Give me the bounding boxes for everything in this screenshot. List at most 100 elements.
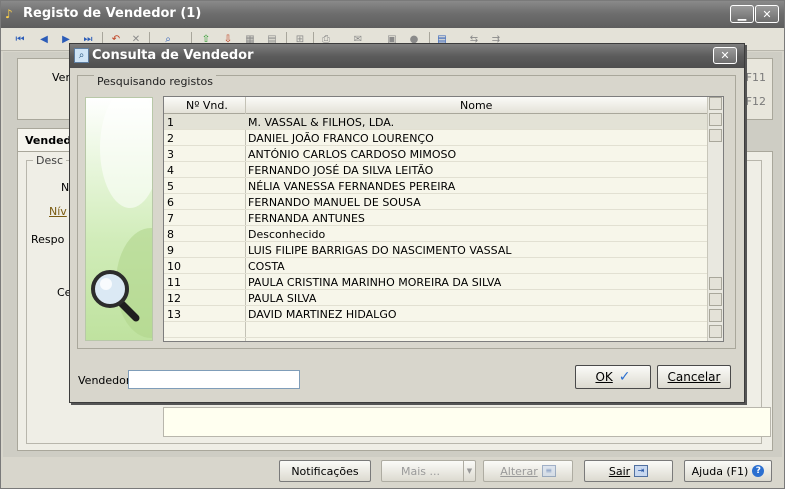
- search-group-legend: Pesquisando registos: [94, 75, 216, 88]
- table-row[interactable]: 3 ANTÓNIO CARLOS CARDOSO MIMOSO: [164, 146, 707, 162]
- cell-num: 10: [167, 260, 181, 273]
- scroll-down-button[interactable]: [709, 325, 722, 338]
- table-row[interactable]: 8 Desconhecido: [164, 226, 707, 242]
- cell-num: 8: [167, 228, 174, 241]
- table-row[interactable]: 12 PAULA SILVA: [164, 290, 707, 306]
- cell-nome: FERNANDO MANUEL DE SOUSA: [248, 196, 421, 209]
- minimize-button[interactable]: ▁: [730, 5, 754, 23]
- cell-nome: PAULA SILVA: [248, 292, 317, 305]
- cell-nome: COSTA: [248, 260, 285, 273]
- alterar-button[interactable]: Alterar ≡: [483, 460, 573, 482]
- cell-num: 11: [167, 276, 181, 289]
- table-row[interactable]: 10 COSTA: [164, 258, 707, 274]
- ok-label: OK: [595, 370, 613, 384]
- first-record-icon[interactable]: ⏮: [13, 33, 27, 46]
- table-row[interactable]: 11 PAULA CRISTINA MARINHO MOREIRA DA SILV…: [164, 274, 707, 290]
- field-label-nome: N: [61, 181, 70, 194]
- vendor-grid: Nº Vnd. Nome 1 M. VASSAL & FILHOS, LDA. 2 D…: [163, 96, 724, 342]
- description-legend: Desc: [33, 154, 67, 167]
- hotkey-f12: F12: [745, 95, 766, 108]
- notificacoes-button[interactable]: Notificações: [279, 460, 371, 482]
- search-window-icon: ⌕: [74, 48, 89, 63]
- table-row[interactable]: 2 DANIEL JOÃO FRANCO LOURENÇO: [164, 130, 707, 146]
- ajuda-button[interactable]: Ajuda (F1) ?: [684, 460, 772, 482]
- consulta-dialog: ⌕ Consulta de Vendedor ✕ Pesquisando reg…: [69, 43, 745, 403]
- checkmark-icon: ✓: [618, 369, 631, 385]
- dialog-titlebar[interactable]: ⌕ Consulta de Vendedor ✕: [70, 44, 744, 68]
- scroll-track-part[interactable]: [709, 113, 722, 126]
- table-row[interactable]: 4 FERNANDO JOSÉ DA SILVA LEITÃO: [164, 162, 707, 178]
- table-row-empty: [164, 322, 707, 338]
- mais-label: Mais ...: [400, 464, 440, 478]
- scroll-down-arrow[interactable]: [709, 277, 722, 290]
- cell-num: 5: [167, 180, 174, 193]
- scroll-up-arrow[interactable]: [709, 129, 722, 142]
- chevron-down-icon: ▼: [463, 461, 475, 481]
- cancel-label: Cancelar: [667, 370, 721, 384]
- vendedor-label: Vendedor:: [78, 374, 134, 387]
- edit-icon: ≡: [541, 465, 556, 477]
- ok-button[interactable]: OK ✓: [575, 365, 651, 389]
- vendedor-input[interactable]: [128, 370, 300, 389]
- prev-record-icon[interactable]: ◀: [37, 33, 51, 46]
- exit-icon: ⇥: [634, 465, 649, 477]
- cell-nome: NÉLIA VANESSA FERNANDES PEREIRA: [248, 180, 456, 193]
- close-icon: ✕: [762, 7, 772, 21]
- cell-num: 9: [167, 244, 174, 257]
- mais-button[interactable]: Mais ... ▼: [381, 460, 476, 482]
- cell-num: 2: [167, 132, 174, 145]
- ajuda-label: Ajuda (F1): [691, 464, 749, 478]
- help-icon: ?: [752, 465, 765, 477]
- scroll-track-part[interactable]: [709, 293, 722, 306]
- cell-nome: LUIS FILIPE BARRIGAS DO NASCIMENTO VASSA…: [248, 244, 512, 257]
- cell-num: 6: [167, 196, 174, 209]
- main-titlebar[interactable]: ♪ Registo de Vendedor (1) ▁ ✕: [1, 1, 784, 28]
- cell-num: 12: [167, 292, 181, 305]
- cell-num: 3: [167, 148, 174, 161]
- cell-num: 4: [167, 164, 174, 177]
- cell-nome: Desconhecido: [248, 228, 326, 241]
- table-row[interactable]: 6 FERNANDO MANUEL DE SOUSA: [164, 194, 707, 210]
- dialog-title: Consulta de Vendedor: [92, 48, 254, 63]
- table-row[interactable]: 5 NÉLIA VANESSA FERNANDES PEREIRA: [164, 178, 707, 194]
- table-row[interactable]: 1 M. VASSAL & FILHOS, LDA.: [164, 114, 707, 130]
- main-window-title: Registo de Vendedor (1): [23, 6, 202, 21]
- sair-button[interactable]: Sair ⇥: [584, 460, 673, 482]
- cell-nome: FERNANDA ANTUNES: [248, 212, 365, 225]
- close-icon: ✕: [720, 49, 730, 62]
- cell-nome: DANIEL JOÃO FRANCO LOURENÇO: [248, 132, 434, 145]
- bottom-bar: Notificações Mais ... ▼ Alterar ≡ Sair ⇥…: [1, 458, 784, 488]
- sair-label: Sair: [608, 464, 631, 478]
- minimize-icon: ▁: [737, 7, 747, 21]
- cell-nome: FERNANDO JOSÉ DA SILVA LEITÃO: [248, 164, 434, 177]
- scroll-track-part[interactable]: [709, 309, 722, 322]
- app-icon: ♪: [5, 7, 13, 21]
- close-button[interactable]: ✕: [755, 5, 779, 23]
- field-label-responsavel: Respo: [31, 233, 65, 246]
- column-header-num[interactable]: Nº Vnd.: [186, 99, 228, 112]
- field-link-nivel[interactable]: Nív: [49, 205, 67, 218]
- column-header-nome[interactable]: Nome: [460, 99, 492, 112]
- cell-nome: ANTÓNIO CARLOS CARDOSO MIMOSO: [248, 148, 457, 161]
- cell-num: 13: [167, 308, 181, 321]
- alterar-label: Alterar: [500, 464, 538, 478]
- cell-num: 1: [167, 116, 174, 129]
- cell-nome: M. VASSAL & FILHOS, LDA.: [248, 116, 395, 129]
- grid-scrollbar[interactable]: [707, 97, 723, 341]
- notificacoes-label: Notificações: [291, 464, 359, 478]
- dialog-close-button[interactable]: ✕: [713, 47, 737, 64]
- hotkey-f11: F11: [745, 71, 766, 84]
- vendor-label-partial: Ver: [52, 71, 70, 84]
- cell-num: 7: [167, 212, 174, 225]
- table-row[interactable]: 7 FERNANDA ANTUNES: [164, 210, 707, 226]
- cancel-button[interactable]: Cancelar: [657, 365, 731, 389]
- notes-field[interactable]: [163, 407, 771, 437]
- table-row[interactable]: 13 DAVID MARTINEZ HIDALGO: [164, 306, 707, 322]
- scroll-up-button[interactable]: [709, 97, 722, 110]
- magnifier-icon: [91, 270, 140, 322]
- table-row[interactable]: 9 LUIS FILIPE BARRIGAS DO NASCIMENTO VASS…: [164, 242, 707, 258]
- search-group: Pesquisando registos Nº Vnd. Nome 1 M. VA…: [77, 75, 736, 349]
- cell-nome: DAVID MARTINEZ HIDALGO: [248, 308, 397, 321]
- cell-nome: PAULA CRISTINA MARINHO MOREIRA DA SILVA: [248, 276, 502, 289]
- search-illustration: [85, 97, 153, 341]
